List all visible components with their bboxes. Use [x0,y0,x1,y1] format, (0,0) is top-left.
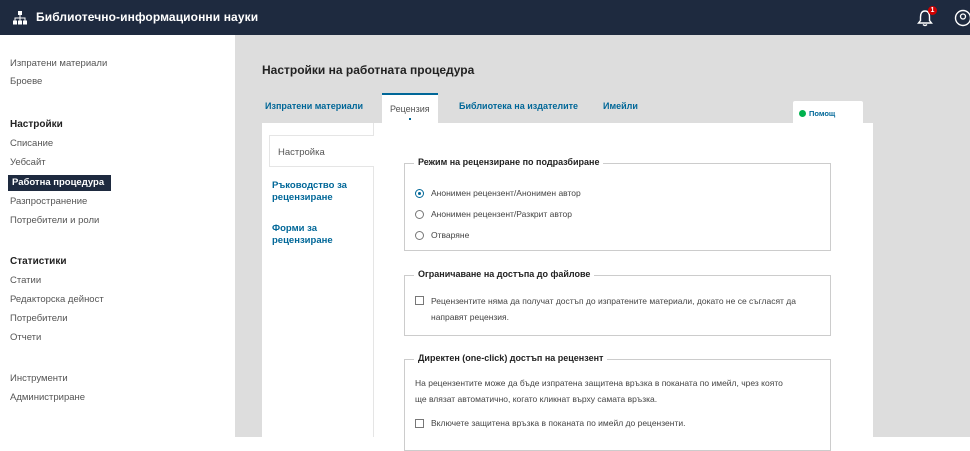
review-mode-fieldset: Режим на рецензиране по подразбиране Ано… [404,163,831,251]
sidebar-item-tools[interactable]: Инструменти [10,373,68,384]
help-icon [799,110,806,117]
option-label: Анонимен рецензент/Разкрит автор [431,209,572,219]
review-mode-option-open[interactable]: Отваряне [415,230,469,240]
radio-button[interactable] [415,210,424,219]
tab-emails[interactable]: Имейли [603,101,638,111]
sidebar-item-distribution[interactable]: Разпространение [10,196,87,207]
sidebar-item-issues[interactable]: Броеве [10,76,42,87]
site-name[interactable]: Библиотечно-информационни науки [36,10,258,24]
subnav-item-setup[interactable]: Настройка [269,135,374,167]
sidebar-item-reports[interactable]: Отчети [10,332,41,343]
main-content: Настройки на работната процедура Изпрате… [235,35,970,437]
sidebar-heading-statistics[interactable]: Статистики [10,256,66,267]
settings-panel: Настройка Ръководство за рецензиране Фор… [262,123,873,437]
tab-submissions[interactable]: Изпратени материали [265,101,363,111]
option-label: Отваряне [431,230,469,240]
review-mode-option-anonymous-reviewer[interactable]: Анонимен рецензент/Разкрит автор [415,209,572,219]
tab-bar: Изпратени материали Рецензия Библиотека … [257,93,873,123]
tab-review[interactable]: Рецензия [382,93,438,123]
one-click-access-legend: Директен (one-click) достъп на рецензент [414,353,607,363]
help-label: Помощ [809,109,835,118]
top-bar: Библиотечно-информационни науки 1 [0,0,970,35]
radio-button[interactable] [415,231,424,240]
help-button[interactable]: Помощ [793,101,863,125]
review-mode-legend: Режим на рецензиране по подразбиране [414,157,603,167]
checkbox-label-line2: направят рецензия. [431,312,509,322]
option-label: Анонимен рецензент/Анонимен автор [431,188,581,198]
page-title: Настройки на работната процедура [262,63,474,77]
sitemap-icon[interactable] [13,11,27,25]
subnav-item-review-guidelines[interactable]: Ръководство за рецензиране [272,180,372,204]
vertical-subnav: Настройка Ръководство за рецензиране Фор… [262,123,374,437]
one-click-access-fieldset: Директен (one-click) достъп на рецензент… [404,359,831,451]
review-mode-option-double-anonymous[interactable]: Анонимен рецензент/Анонимен автор [415,188,581,198]
sidebar-item-submissions[interactable]: Изпратени материали [10,58,107,69]
sidebar-item-website[interactable]: Уебсайт [10,157,46,168]
checkbox[interactable] [415,296,424,305]
sidebar-item-articles[interactable]: Статии [10,275,41,286]
sidebar-item-editorial-activity[interactable]: Редакторска дейност [10,294,104,305]
file-access-legend: Ограничаване на достъпа до файлове [414,269,594,279]
file-access-fieldset: Ограничаване на достъпа до файлове Рецен… [404,275,831,336]
one-click-checkbox-row[interactable]: Включете защитена връзка в поканата по и… [415,418,685,428]
one-click-checkbox-label: Включете защитена връзка в поканата по и… [431,418,685,428]
subnav-item-review-forms[interactable]: Форми за рецензиране [272,223,372,247]
sidebar: Изпратени материали Броеве Настройки Спи… [0,35,235,437]
tab-active-indicator [409,118,411,120]
tab-publisher-library[interactable]: Библиотека на издателите [459,101,578,111]
sidebar-item-users-roles[interactable]: Потребители и роли [10,215,99,226]
sidebar-item-workflow[interactable]: Работна процедура [8,175,111,191]
restrict-file-access-checkbox-row[interactable]: Рецензентите няма да получат достъп до и… [415,293,831,325]
checkbox-label-line1: Рецензентите няма да получат достъп до и… [431,296,796,306]
sidebar-item-journal[interactable]: Списание [10,138,53,149]
sidebar-item-administration[interactable]: Администриране [10,392,85,403]
sidebar-item-users-stats[interactable]: Потребители [10,313,68,324]
one-click-description-line1: На рецензентите може да бъде изпратена з… [415,375,783,391]
radio-button-selected[interactable] [415,189,424,198]
sidebar-heading-settings[interactable]: Настройки [10,119,63,130]
one-click-description-line2: ще влязат автоматично, когато кликнат въ… [415,391,657,407]
user-icon[interactable] [954,9,970,27]
tab-review-label: Рецензия [390,104,430,114]
checkbox[interactable] [415,419,424,428]
notification-badge: 1 [928,6,937,15]
